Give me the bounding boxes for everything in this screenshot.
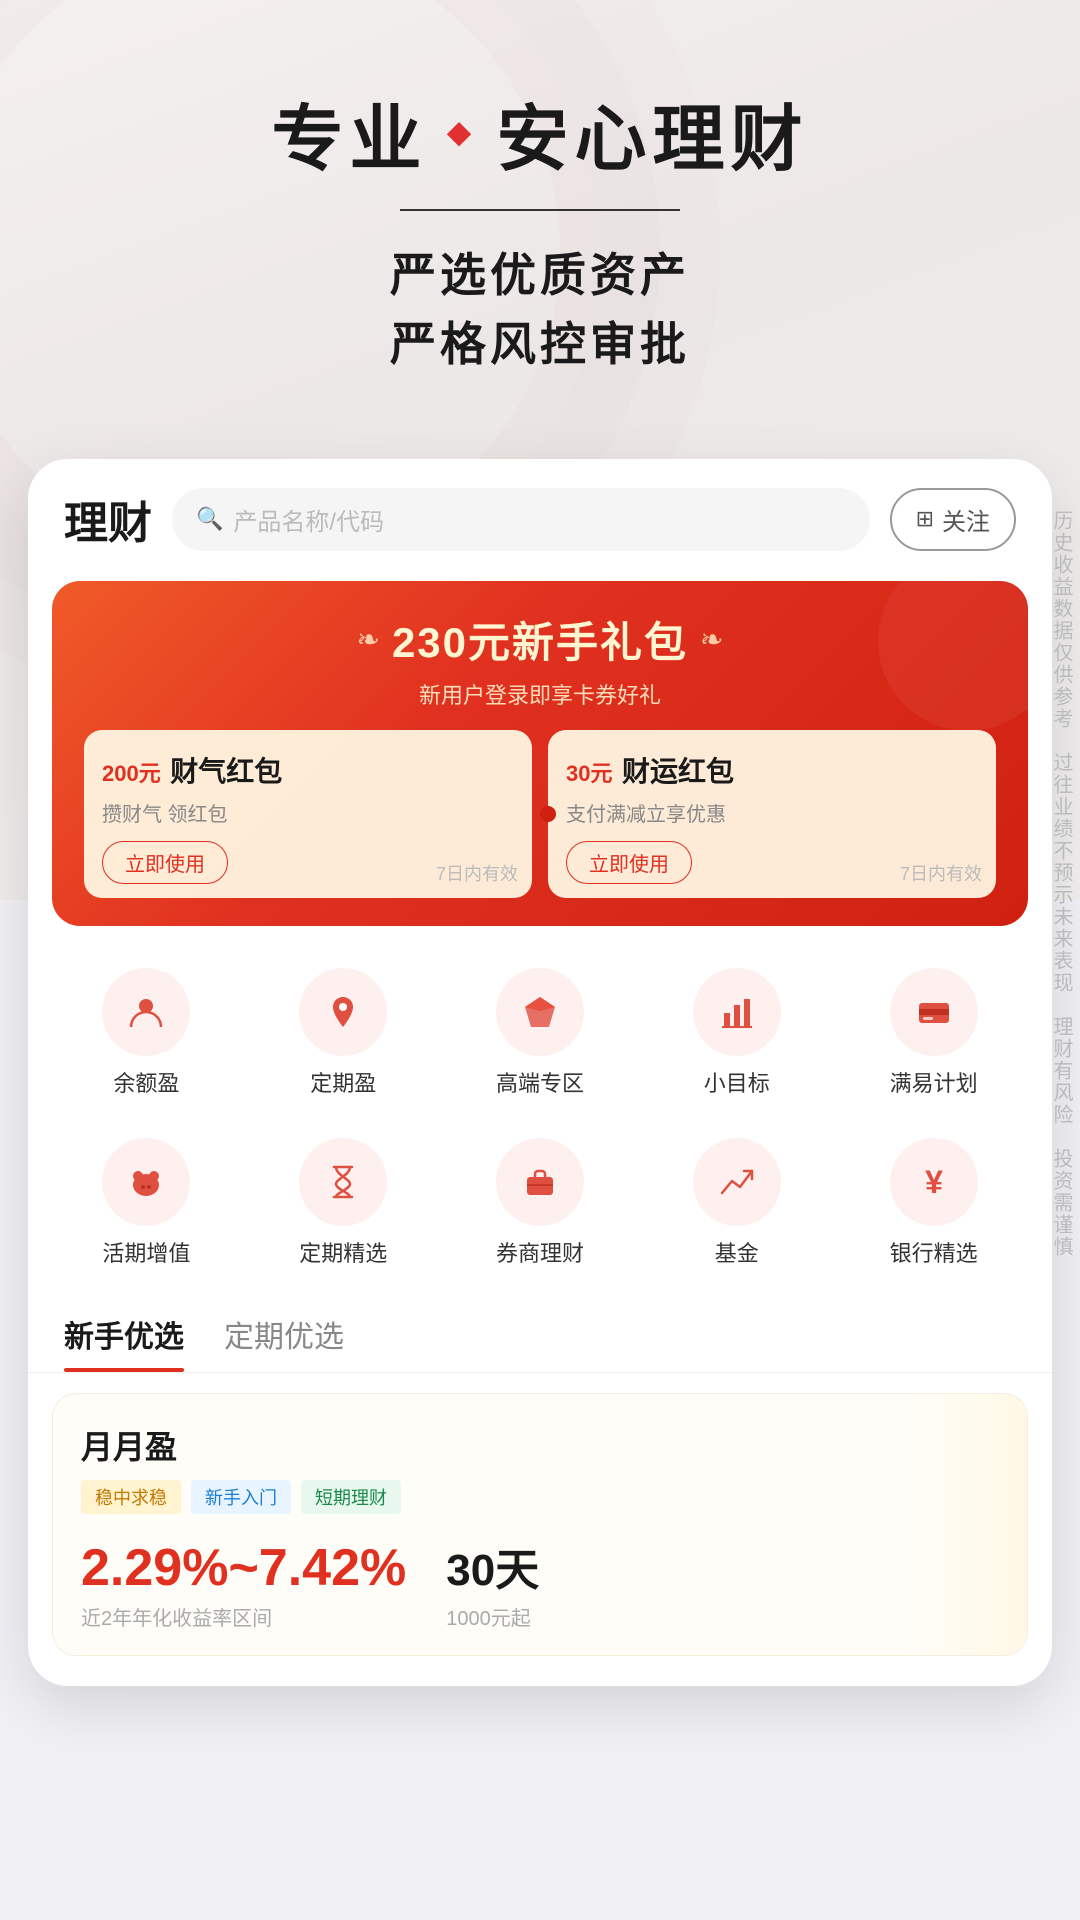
hero-subtitle-line2: 严格风控审批 — [40, 310, 1040, 379]
top-bar: 理财 🔍 产品名称/代码 ⊞ 关注 — [28, 459, 1052, 571]
tab-row: 新手优选定期优选 — [28, 1302, 1052, 1373]
svg-text:¥: ¥ — [925, 1164, 943, 1200]
icon-label-dingqijx: 定期精选 — [299, 1236, 387, 1268]
hero-title: 专业 ◆ 安心理财 — [40, 80, 1040, 185]
product-rate-block: 2.29%~7.42% 近2年年化收益率区间 — [81, 1538, 406, 1631]
banner-cards: 200元 财气红包 攒财气 领红包 立即使用 7日内有效 30元 — [84, 730, 996, 898]
hero-title-left: 专业 — [271, 80, 427, 185]
tab-xinshou[interactable]: 新手优选 — [64, 1312, 184, 1372]
icon-gaoduan — [496, 968, 584, 1056]
product-rate-label: 近2年年化收益率区间 — [81, 1602, 406, 1631]
icon-item-dingqi[interactable]: 定期盈 — [245, 958, 442, 1108]
icon-xiaomubiao — [693, 968, 781, 1056]
icon-label-manyi: 满易计划 — [890, 1066, 978, 1098]
icon-item-yinhang[interactable]: ¥ 银行精选 — [835, 1128, 1032, 1278]
app-logo: 理财 — [64, 487, 152, 551]
banner-card1-expire: 7日内有效 — [436, 860, 518, 886]
banner: ❧ 230元新手礼包 ❧ 新用户登录即享卡券好礼 200元 财气红包 攒财气 领… — [52, 581, 1028, 926]
product-name: 月月盈 — [81, 1422, 999, 1468]
banner-card1-amount-row: 200元 财气红包 — [102, 750, 514, 790]
follow-button[interactable]: ⊞ 关注 — [890, 488, 1016, 551]
icon-grid-row2: 活期增值 定期精选 券商理财 基金 ¥ 银行精选 — [28, 1128, 1052, 1302]
product-tags: 稳中求稳新手入门短期理财 — [81, 1480, 999, 1514]
product-tag-新手入门: 新手入门 — [191, 1480, 291, 1514]
side-text: 历史收益数据仅供参考 过往业绩不预示未来表现 理财有风险 投资需谨慎 — [1042, 500, 1080, 1268]
icon-dingqi — [299, 968, 387, 1056]
icon-label-yuebao: 余额盈 — [113, 1066, 179, 1098]
banner-card2-expire: 7日内有效 — [900, 860, 982, 886]
product-tag-短期理财: 短期理财 — [301, 1480, 401, 1514]
search-input[interactable]: 产品名称/代码 — [233, 502, 384, 537]
product-bottom: 2.29%~7.42% 近2年年化收益率区间 30天 1000元起 — [81, 1534, 999, 1631]
banner-leaf-right: ❧ — [700, 623, 723, 656]
banner-card2-amount-row: 30元 财运红包 — [566, 750, 978, 790]
tab-dingqi[interactable]: 定期优选 — [224, 1312, 344, 1372]
banner-card-2: 30元 财运红包 支付满减立享优惠 立即使用 7日内有效 — [548, 730, 996, 898]
hero-subtitle-line1: 严选优质资产 — [40, 241, 1040, 310]
icon-huoqi — [102, 1138, 190, 1226]
banner-card-1: 200元 财气红包 攒财气 领红包 立即使用 7日内有效 — [84, 730, 532, 898]
banner-title: 230元新手礼包 — [392, 609, 688, 670]
icon-grid-row1: 余额盈 定期盈 高端专区 小目标 满易计划 — [28, 950, 1052, 1128]
banner-card2-type: 财运红包 — [622, 756, 734, 787]
icon-item-huoqi[interactable]: 活期增值 — [48, 1128, 245, 1278]
icon-manyi — [890, 968, 978, 1056]
hero-section: 专业 ◆ 安心理财 严选优质资产 严格风控审批 — [0, 0, 1080, 439]
hero-diamond: ◆ — [447, 115, 476, 150]
product-period-label: 1000元起 — [446, 1602, 539, 1631]
icon-dingqijx — [299, 1138, 387, 1226]
banner-card1-amount: 200元 — [102, 751, 170, 789]
product-period-block: 30天 1000元起 — [446, 1534, 539, 1631]
search-icon: 🔍 — [196, 506, 223, 532]
banner-card2-desc: 支付满减立享优惠 — [566, 798, 978, 827]
hero-divider — [40, 209, 1040, 211]
banner-subtitle: 新用户登录即享卡券好礼 — [84, 678, 996, 710]
product-card[interactable]: 月月盈 稳中求稳新手入门短期理财 2.29%~7.42% 近2年年化收益率区间 … — [52, 1393, 1028, 1656]
icon-yinhang: ¥ — [890, 1138, 978, 1226]
icon-label-dingqi: 定期盈 — [310, 1066, 376, 1098]
icon-item-dingqijx[interactable]: 定期精选 — [245, 1128, 442, 1278]
banner-card2-amount: 30元 — [566, 751, 622, 789]
banner-card1-use-btn[interactable]: 立即使用 — [102, 841, 228, 884]
banner-card-divider — [540, 806, 556, 822]
icon-label-jijin: 基金 — [715, 1236, 759, 1268]
product-tag-稳中求稳: 稳中求稳 — [81, 1480, 181, 1514]
icon-item-quanshang[interactable]: 券商理财 — [442, 1128, 639, 1278]
icon-item-jijin[interactable]: 基金 — [638, 1128, 835, 1278]
banner-leaf-left: ❧ — [356, 623, 379, 656]
icon-label-huoqi: 活期增值 — [102, 1236, 190, 1268]
hero-subtitle: 严选优质资产 严格风控审批 — [40, 241, 1040, 379]
icon-item-yuebao[interactable]: 余额盈 — [48, 958, 245, 1108]
icon-label-yinhang: 银行精选 — [890, 1236, 978, 1268]
app-card: 理财 🔍 产品名称/代码 ⊞ 关注 ❧ 230元新手礼包 ❧ 新用户登录即享卡券… — [28, 459, 1052, 1686]
banner-title-row: ❧ 230元新手礼包 ❧ — [84, 609, 996, 670]
product-rate: 2.29%~7.42% — [81, 1538, 406, 1598]
icon-yuebao — [102, 968, 190, 1056]
icon-quanshang — [496, 1138, 584, 1226]
icon-item-manyi[interactable]: 满易计划 — [835, 958, 1032, 1108]
follow-icon: ⊞ — [916, 506, 934, 532]
icon-label-quanshang: 券商理财 — [496, 1236, 584, 1268]
icon-label-xiaomubiao: 小目标 — [704, 1066, 770, 1098]
banner-card2-use-btn[interactable]: 立即使用 — [566, 841, 692, 884]
icon-label-gaoduan: 高端专区 — [496, 1066, 584, 1098]
icon-jijin — [693, 1138, 781, 1226]
hero-title-right: 安心理财 — [497, 80, 809, 185]
banner-card1-desc: 攒财气 领红包 — [102, 798, 514, 827]
search-bar[interactable]: 🔍 产品名称/代码 — [172, 488, 870, 551]
banner-card1-type: 财气红包 — [170, 756, 282, 787]
icon-item-xiaomubiao[interactable]: 小目标 — [638, 958, 835, 1108]
product-period: 30天 — [446, 1534, 539, 1598]
icon-item-gaoduan[interactable]: 高端专区 — [442, 958, 639, 1108]
follow-label: 关注 — [942, 502, 990, 537]
